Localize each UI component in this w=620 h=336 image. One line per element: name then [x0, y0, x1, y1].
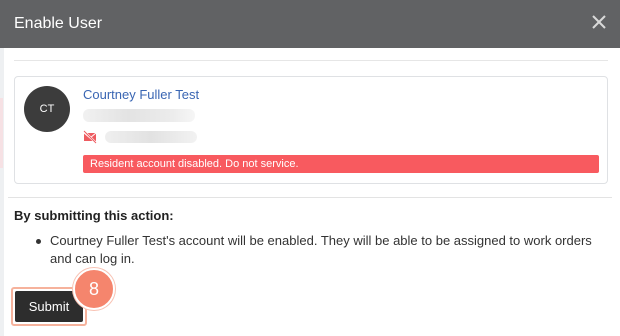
divider [14, 60, 608, 61]
no-email-icon [83, 130, 97, 144]
dialog-header: Enable User [0, 0, 620, 48]
avatar: CT [24, 86, 70, 132]
close-icon[interactable] [588, 11, 610, 33]
user-card: CT Courtney Fuller Test Resident account… [14, 76, 608, 184]
list-item: Courtney Fuller Test's account will be e… [36, 232, 610, 268]
action-list: Courtney Fuller Test's account will be e… [36, 232, 610, 268]
backdrop-edge-mark [0, 98, 3, 168]
redacted-email [105, 131, 197, 143]
email-row [83, 130, 213, 144]
user-name-link[interactable]: Courtney Fuller Test [83, 87, 199, 102]
step-badge: 8 [73, 268, 115, 310]
submit-button[interactable]: Submit [15, 291, 83, 322]
backdrop-edge [0, 48, 4, 336]
divider [8, 197, 612, 198]
action-heading: By submitting this action: [14, 208, 174, 223]
dialog-title: Enable User [14, 15, 103, 32]
redacted-phone [83, 109, 195, 122]
status-badge: Resident account disabled. Do not servic… [83, 155, 599, 173]
